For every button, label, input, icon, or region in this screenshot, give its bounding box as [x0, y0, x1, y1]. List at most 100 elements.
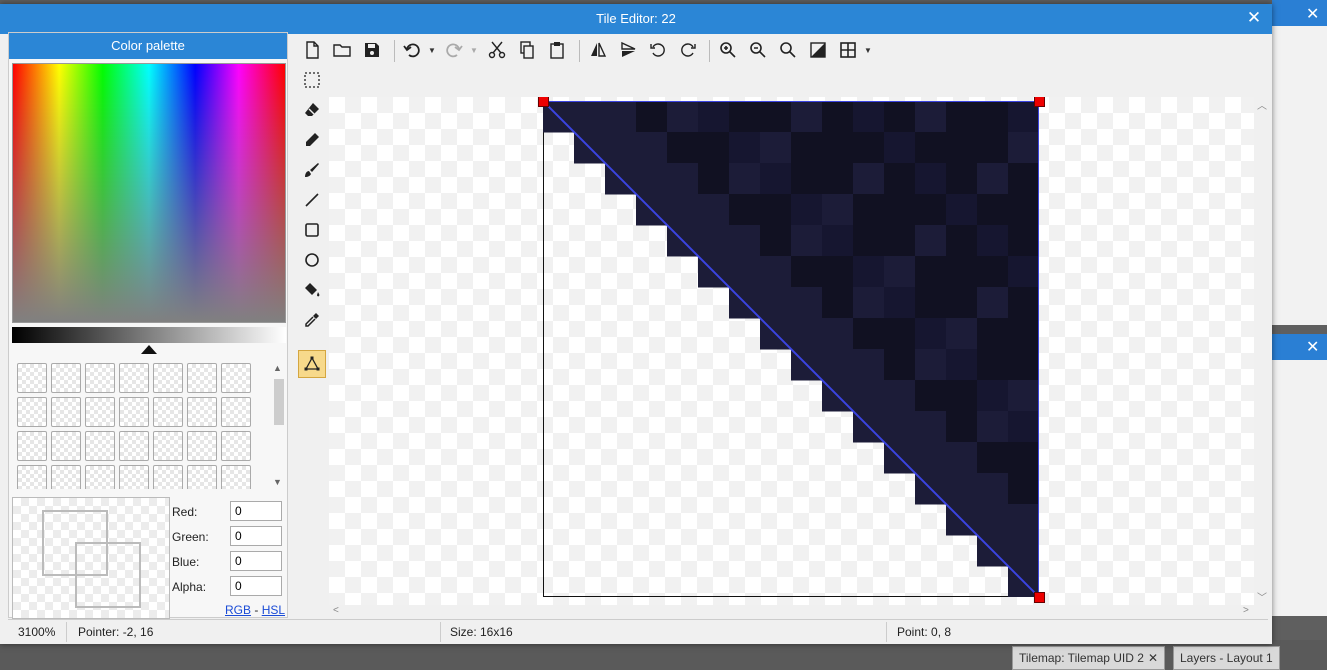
color-swatch[interactable]	[85, 363, 115, 393]
tile-pixel	[667, 132, 699, 164]
tile-image[interactable]	[538, 97, 1045, 603]
background-close-icon-2[interactable]: ✕	[1306, 337, 1319, 357]
eyedropper-icon[interactable]	[298, 306, 326, 334]
brush-icon[interactable]	[298, 156, 326, 184]
rectangle-icon[interactable]	[298, 216, 326, 244]
color-swatch[interactable]	[17, 363, 47, 393]
background-close-icon[interactable]: ✕	[1306, 4, 1319, 24]
color-swatch[interactable]	[187, 397, 217, 427]
zoom-out-icon[interactable]	[746, 38, 770, 62]
zoom-in-icon[interactable]	[716, 38, 740, 62]
color-swatch[interactable]	[17, 431, 47, 461]
color-swatch[interactable]	[153, 363, 183, 393]
cut-icon[interactable]	[485, 38, 509, 62]
color-swatch[interactable]	[119, 465, 149, 489]
undo-dropdown-icon[interactable]: ▼	[428, 46, 436, 55]
grid-dropdown-icon[interactable]: ▼	[864, 46, 872, 55]
color-swatch[interactable]	[153, 397, 183, 427]
color-swatch[interactable]	[153, 431, 183, 461]
hsl-mode-link[interactable]: HSL	[262, 603, 285, 617]
line-icon[interactable]	[298, 186, 326, 214]
color-swatch[interactable]	[119, 431, 149, 461]
color-spectrum[interactable]	[12, 63, 286, 323]
zoom-level: 3100%	[18, 625, 56, 639]
color-swatch[interactable]	[17, 465, 47, 489]
color-swatch[interactable]	[153, 465, 183, 489]
fill-bucket-icon[interactable]	[298, 276, 326, 304]
undo-icon[interactable]	[400, 38, 424, 62]
tile-pixel	[946, 256, 978, 288]
rotate-left-icon[interactable]	[646, 38, 670, 62]
color-swatch[interactable]	[221, 431, 251, 461]
color-swatch[interactable]	[119, 363, 149, 393]
color-swatch[interactable]	[51, 397, 81, 427]
secondary-color-swatch[interactable]	[75, 542, 141, 608]
tab-close-icon[interactable]: ✕	[1148, 651, 1158, 665]
pencil-icon[interactable]	[298, 126, 326, 154]
color-swatch[interactable]	[187, 363, 217, 393]
canvas-horizontal-scrollbar[interactable]: < >	[329, 605, 1254, 619]
select-rect-icon[interactable]	[298, 66, 326, 94]
copy-icon[interactable]	[515, 38, 539, 62]
tile-canvas[interactable]	[329, 97, 1254, 605]
alpha-field[interactable]	[230, 576, 282, 596]
color-swatch[interactable]	[119, 397, 149, 427]
zoom-reset-icon[interactable]	[776, 38, 800, 62]
color-swatch[interactable]	[85, 431, 115, 461]
rgb-mode-link[interactable]: RGB	[225, 603, 251, 617]
color-swatch[interactable]	[85, 397, 115, 427]
polygon-vertex-handle[interactable]	[1034, 97, 1045, 107]
color-swatch[interactable]	[221, 465, 251, 489]
polygon-vertex-handle[interactable]	[1034, 592, 1045, 603]
eraser-icon[interactable]	[298, 96, 326, 124]
collision-polygon-icon[interactable]	[298, 350, 326, 378]
color-swatch[interactable]	[221, 363, 251, 393]
scroll-right-icon[interactable]: >	[1243, 605, 1249, 616]
scroll-left-icon[interactable]: <	[333, 605, 339, 616]
scroll-down-icon[interactable]: ﹀	[1257, 589, 1267, 604]
color-swatch[interactable]	[51, 363, 81, 393]
redo-dropdown-icon[interactable]: ▼	[470, 46, 478, 55]
color-swatch[interactable]	[51, 431, 81, 461]
status-bar: 3100% Pointer: -2, 16 Size: 16x16 Point:…	[8, 619, 1268, 644]
scroll-down-icon[interactable]: ▼	[273, 477, 282, 487]
scroll-up-icon[interactable]: ▲	[273, 363, 282, 373]
luminance-slider-icon[interactable]	[141, 345, 157, 354]
color-swatch[interactable]	[187, 431, 217, 461]
scroll-up-icon[interactable]: ︿	[1257, 97, 1267, 112]
color-swatch[interactable]	[17, 397, 47, 427]
flip-horizontal-icon[interactable]	[586, 38, 610, 62]
blue-field[interactable]	[230, 551, 282, 571]
tab-layers[interactable]: Layers - Layout 1	[1173, 646, 1280, 670]
color-swatch[interactable]	[85, 465, 115, 489]
color-swatch[interactable]	[221, 397, 251, 427]
luminance-bar[interactable]	[12, 327, 286, 343]
polygon-vertex-handle[interactable]	[538, 97, 549, 107]
ellipse-icon[interactable]	[298, 246, 326, 274]
tile-pixel	[1008, 287, 1039, 319]
color-swatch[interactable]	[51, 465, 81, 489]
open-folder-icon[interactable]	[330, 38, 354, 62]
new-file-icon[interactable]	[300, 38, 324, 62]
flip-vertical-icon[interactable]	[616, 38, 640, 62]
tile-pixel	[822, 287, 854, 319]
tile-pixel	[760, 225, 792, 257]
green-field[interactable]	[230, 526, 282, 546]
grid-icon[interactable]	[836, 38, 860, 62]
save-icon[interactable]	[360, 38, 384, 62]
invert-icon[interactable]	[806, 38, 830, 62]
scroll-thumb[interactable]	[274, 379, 284, 425]
canvas-vertical-scrollbar[interactable]: ︿ ﹀	[1254, 97, 1268, 605]
tab-tilemap[interactable]: Tilemap: Tilemap UID 2 ✕	[1012, 646, 1165, 670]
color-swatch[interactable]	[187, 465, 217, 489]
paste-icon[interactable]	[545, 38, 569, 62]
red-field[interactable]	[230, 501, 282, 521]
close-icon[interactable]: ✕	[1244, 8, 1264, 28]
tile-pixel	[884, 380, 916, 412]
tile-pixel	[915, 163, 947, 195]
redo-icon[interactable]	[442, 38, 466, 62]
swatch-scrollbar[interactable]: ▲ ▼	[271, 363, 285, 489]
tile-pixel	[760, 101, 792, 133]
rotate-right-icon[interactable]	[676, 38, 700, 62]
tile-pixel	[884, 194, 916, 226]
